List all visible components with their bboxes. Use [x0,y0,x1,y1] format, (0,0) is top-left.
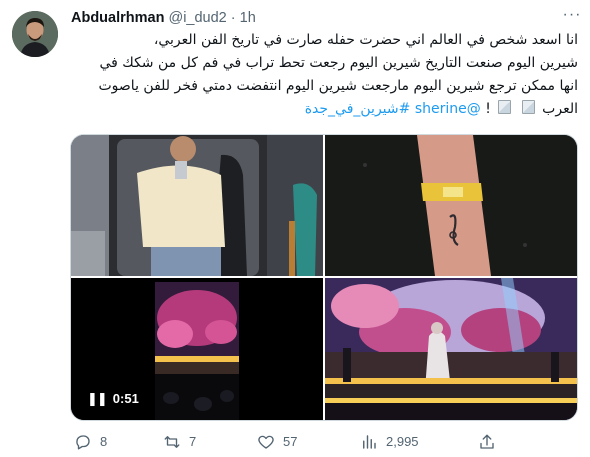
media-grid: ❚❚ 0:51 [70,134,578,421]
reply-icon [76,434,90,449]
wrist-tattoo-image[interactable] [325,135,577,276]
reply-count: 8 [100,433,108,449]
retweet-count: 7 [189,433,197,449]
author-handle[interactable]: @i_dud2 [168,10,226,26]
heart-icon [258,435,274,449]
retweet-icon [164,435,180,448]
tweet-text-word: العرب [542,101,578,117]
reply-button[interactable]: 8 [74,428,107,454]
tweet-actions: 8 7 57 2,995 [70,428,580,454]
broken-image-icon [498,100,512,114]
mention-link[interactable]: @sherine [415,101,481,117]
exclamation-mark: ! [485,101,491,117]
like-count: 57 [283,433,298,449]
tweet-text-line-last: العرب ! @sherine #شيرين_في_جدة [68,98,578,121]
views-button[interactable]: 2,995 [360,428,419,454]
video-duration-badge: ❚❚ 0:51 [80,388,146,410]
more-options-button[interactable]: ··· [562,6,582,28]
hashtag-link[interactable]: #شيرين_في_جدة [305,101,411,117]
tweet-time[interactable]: 1h [240,10,256,26]
views-count: 2,995 [386,433,419,449]
views-bar-chart-icon [363,434,376,449]
mirror-selfie-image[interactable] [71,135,323,276]
like-button[interactable]: 57 [257,428,297,454]
separator-dot: · [230,10,236,26]
tweet-card[interactable]: Abdualrhman @i_dud2 · 1h ··· انا اسعد شخ… [0,0,590,457]
concert-stage-image[interactable] [325,278,577,420]
tweet-text: انا اسعد شخص في العالم اني حضرت حفله صار… [68,29,579,121]
author-name[interactable]: Abdualrhman [71,10,164,26]
broken-image-icon [521,100,535,114]
tweet-text-line: انها ممكن ترجع شيرين اليوم مارجعت شيرين … [98,78,579,94]
retweet-button[interactable]: 7 [163,428,196,454]
tweet-header: Abdualrhman @i_dud2 · 1h [71,9,256,27]
pause-icon[interactable]: ❚❚ [87,388,108,410]
share-icon [480,434,494,449]
share-button[interactable] [478,428,496,454]
avatar[interactable] [12,11,58,57]
tweet-text-line: انا اسعد شخص في العالم اني حضرت حفله صار… [153,32,578,48]
more-icon: ··· [562,6,582,23]
avatar-image [12,11,58,57]
tweet-text-line: شيرين اليوم صنعت التاريخ شيرين اليوم رجع… [99,55,578,71]
concert-video-thumbnail[interactable]: ❚❚ 0:51 [71,278,323,420]
video-duration: 0:51 [112,391,139,406]
